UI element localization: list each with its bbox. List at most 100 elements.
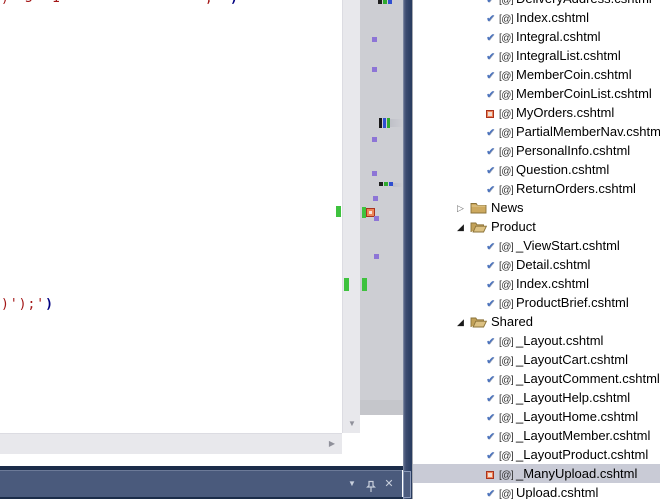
expander-icon[interactable]: ◢: [457, 218, 470, 237]
tree-item-label: PartialMemberNav.cshtml: [516, 124, 660, 139]
map-wedge: [393, 183, 403, 187]
code-line: )');'): [1, 297, 54, 313]
scroll-down-arrow-icon[interactable]: ▼: [343, 415, 361, 433]
tree-item-label: MemberCoinList.cshtml: [516, 86, 652, 101]
tree-item[interactable]: ✔[@]ProductBrief.cshtml: [413, 293, 660, 312]
vs-window: )51',') )');') ▼ ▶ ▼ ✕ ✔[@]DeliveryAddre…: [0, 0, 660, 499]
tree-item-label: Index.cshtml: [516, 10, 589, 25]
tree-item-label: PersonalInfo.cshtml: [516, 143, 630, 158]
tree-folder[interactable]: ▷ News: [413, 198, 660, 217]
tree-item-label: _Layout.cshtml: [516, 333, 603, 348]
code-editor[interactable]: )51',') )');'): [0, 0, 342, 466]
expander-icon[interactable]: ▷: [457, 199, 470, 218]
tool-window-titlebar[interactable]: ▼ ✕: [0, 470, 402, 497]
tree-item[interactable]: ✔[@]_LayoutHome.cshtml: [413, 407, 660, 426]
change-mark-green: [344, 278, 349, 291]
map-mark-purple: [372, 67, 377, 72]
map-mark-dark: [378, 0, 382, 4]
tree-item[interactable]: ✔[@]PersonalInfo.cshtml: [413, 141, 660, 160]
map-mark-dark: [379, 182, 383, 186]
tree-item[interactable]: ✔[@]MemberCoinList.cshtml: [413, 84, 660, 103]
tree-folder-label: Product: [491, 219, 536, 234]
tree-item[interactable]: ✔[@]PartialMemberNav.cshtml: [413, 122, 660, 141]
code-line-clipped-top: )51','): [0, 0, 342, 7]
edited-status-icon: [486, 471, 494, 479]
tree-item[interactable]: ✔[@]MemberCoin.cshtml: [413, 65, 660, 84]
map-bar-blue: [383, 118, 386, 128]
scroll-right-arrow-icon[interactable]: ▶: [324, 434, 340, 454]
tree-item[interactable]: ✔[@]IntegralList.cshtml: [413, 46, 660, 65]
tree-item-label: Integral.cshtml: [516, 29, 601, 44]
tree-item[interactable]: ✔[@]Question.cshtml: [413, 160, 660, 179]
vertical-scrollbar[interactable]: ▼: [342, 0, 360, 433]
tree-item-label: IntegralList.cshtml: [516, 48, 621, 63]
map-mark-purple: [374, 254, 379, 259]
tree-item[interactable]: ✔[@]Detail.cshtml: [413, 255, 660, 274]
tree-item-label: MemberCoin.cshtml: [516, 67, 632, 82]
tree-item[interactable]: ✔[@]_LayoutComment.cshtml: [413, 369, 660, 388]
window-position-menu-icon[interactable]: ▼: [344, 471, 360, 497]
tree-item-label: ProductBrief.cshtml: [516, 295, 629, 310]
map-mark-purple: [372, 171, 377, 176]
tree-item-label: Detail.cshtml: [516, 257, 590, 272]
razor-view-icon: [@]: [499, 485, 516, 499]
tree-item-label: _LayoutHome.cshtml: [516, 409, 638, 424]
solution-tree: ✔[@]DeliveryAddress.cshtml ✔[@]Index.csh…: [413, 0, 660, 499]
tree-item[interactable]: ✔[@]_Layout.cshtml: [413, 331, 660, 350]
tree-item-label: Index.cshtml: [516, 276, 589, 291]
tree-item[interactable]: ✔[@]Upload.cshtml: [413, 483, 660, 499]
tree-item[interactable]: ✔[@]_LayoutMember.cshtml: [413, 426, 660, 445]
map-bar-dark: [379, 118, 382, 128]
panel-splitter[interactable]: [403, 0, 412, 499]
checked-in-icon: ✔: [486, 485, 499, 499]
tree-item[interactable]: ✔[@]Integral.cshtml: [413, 27, 660, 46]
tree-item[interactable]: ✔[@]ReturnOrders.cshtml: [413, 179, 660, 198]
tree-item-label: _LayoutHelp.cshtml: [516, 390, 630, 405]
scrollbar-annotation-column-foot: [360, 400, 403, 415]
tree-item-label: _LayoutMember.cshtml: [516, 428, 650, 443]
tree-folder[interactable]: ◢ Shared: [413, 312, 660, 331]
tree-item[interactable]: ✔[@]DeliveryAddress.cshtml: [413, 0, 660, 8]
tree-item[interactable]: ✔[@]_LayoutHelp.cshtml: [413, 388, 660, 407]
tree-item-label: Question.cshtml: [516, 162, 609, 177]
folder-closed-icon: [470, 201, 487, 214]
tree-folder-label: News: [491, 200, 524, 215]
map-mark-green: [384, 182, 388, 186]
tree-item-label: _ManyUpload.cshtml: [516, 466, 637, 481]
folder-open-icon: [470, 220, 487, 233]
tree-item[interactable]: ✔[@]_LayoutCart.cshtml: [413, 350, 660, 369]
tree-item[interactable]: ✔[@]MyOrders.cshtml: [413, 103, 660, 122]
tree-folder[interactable]: ◢ Product: [413, 217, 660, 236]
tree-item-label: _LayoutProduct.cshtml: [516, 447, 648, 462]
solution-explorer: ✔[@]DeliveryAddress.cshtml ✔[@]Index.csh…: [412, 0, 660, 499]
tree-item[interactable]: ✔[@]_LayoutProduct.cshtml: [413, 445, 660, 464]
change-mark-green: [336, 206, 341, 217]
expander-icon[interactable]: ◢: [457, 313, 470, 332]
docked-panel-corner: [403, 471, 411, 498]
tree-folder-label: Shared: [491, 314, 533, 329]
tree-item[interactable]: ✔[@]Index.cshtml: [413, 8, 660, 27]
tree-item[interactable]: ✔[@]_ManyUpload.cshtml: [413, 464, 660, 483]
tree-item-label: _LayoutCart.cshtml: [516, 352, 628, 367]
tree-item-label: _ViewStart.cshtml: [516, 238, 620, 253]
map-mark-purple: [372, 137, 377, 142]
folder-open-icon: [470, 315, 487, 328]
map-mark-purple: [374, 216, 379, 221]
map-mark-green: [362, 278, 367, 291]
edited-status-icon: [486, 110, 494, 118]
tree-item-label: DeliveryAddress.cshtml: [516, 0, 652, 6]
close-icon[interactable]: ✕: [381, 471, 397, 497]
map-mark-green: [383, 0, 387, 4]
tree-item-label: _LayoutComment.cshtml: [516, 371, 660, 386]
tree-item[interactable]: ✔[@]Index.cshtml: [413, 274, 660, 293]
tree-item-label: Upload.cshtml: [516, 485, 598, 499]
map-mark-purple: [372, 37, 377, 42]
auto-hide-pin-icon[interactable]: [363, 471, 379, 491]
map-mark-purple: [373, 196, 378, 201]
tree-item-label: MyOrders.cshtml: [516, 105, 614, 120]
tree-item[interactable]: ✔[@]_ViewStart.cshtml: [413, 236, 660, 255]
map-wedge: [390, 119, 403, 127]
map-mark-blue: [388, 0, 392, 4]
horizontal-scrollbar[interactable]: ▶: [0, 433, 342, 454]
tree-item-label: ReturnOrders.cshtml: [516, 181, 636, 196]
